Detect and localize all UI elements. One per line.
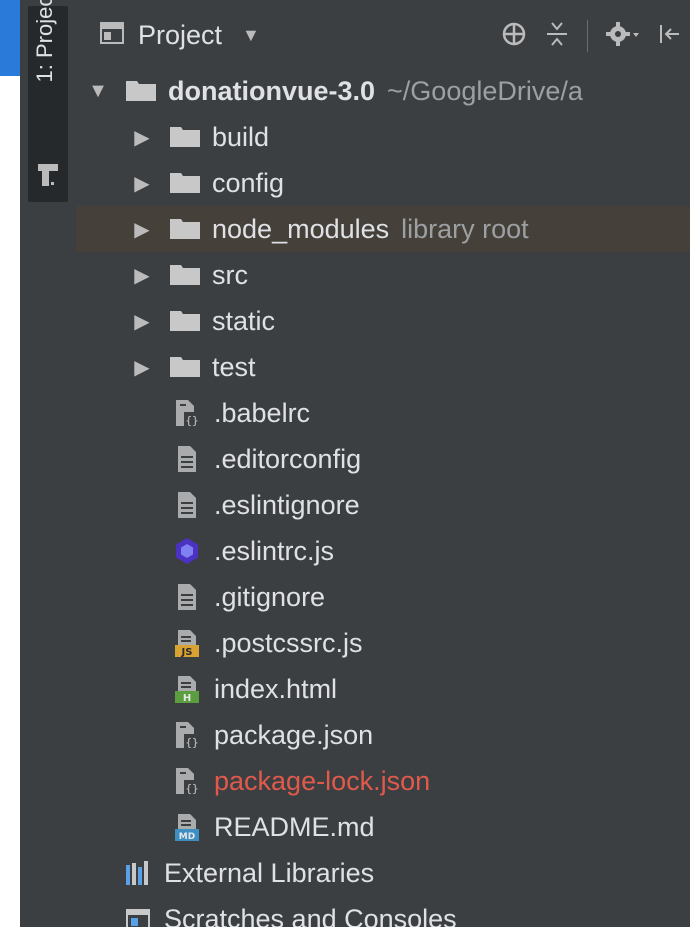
tree-folder-node-modules[interactable]: ▶ node_modules library root bbox=[76, 206, 690, 252]
tree-item-label: package.json bbox=[214, 719, 374, 750]
chevron-down-icon: ▼ bbox=[242, 25, 260, 45]
collapse-all-icon[interactable] bbox=[545, 21, 569, 52]
svg-text:{}: {} bbox=[185, 782, 198, 795]
tree-item-label: index.html bbox=[214, 673, 338, 704]
hide-panel-icon[interactable] bbox=[658, 21, 680, 52]
text-file-icon bbox=[172, 582, 202, 612]
collapsed-arrow-icon[interactable]: ▶ bbox=[130, 171, 154, 196]
tree-file-package-json[interactable]: {} package.json bbox=[76, 712, 690, 758]
project-tree: ▼ donationvue-3.0 ~/GoogleDrive/a ▶ buil… bbox=[76, 68, 690, 927]
json-config-icon: {} bbox=[172, 766, 202, 796]
view-selector[interactable]: Project ▼ bbox=[100, 20, 260, 51]
tree-item-label-unversioned: package-lock.json bbox=[214, 765, 431, 796]
md-badge: MD bbox=[179, 832, 195, 842]
tree-scratches-consoles[interactable]: Scratches and Consoles bbox=[76, 896, 690, 927]
tree-file-eslintignore[interactable]: .eslintignore bbox=[76, 482, 690, 528]
tree-item-label: build bbox=[212, 121, 270, 152]
view-selector-label: Project bbox=[138, 20, 223, 50]
tree-item-label: .gitignore bbox=[214, 581, 326, 612]
js-file-icon: JS bbox=[172, 628, 202, 658]
svg-text:{}: {} bbox=[185, 414, 198, 427]
tree-folder-build[interactable]: ▶ build bbox=[76, 114, 690, 160]
tree-item-label: README.md bbox=[214, 811, 375, 842]
tree-file-readme[interactable]: MD README.md bbox=[76, 804, 690, 850]
collapsed-arrow-icon[interactable]: ▶ bbox=[130, 125, 154, 150]
html-badge: H bbox=[183, 693, 191, 704]
folder-icon bbox=[170, 311, 200, 331]
tree-item-label: .eslintignore bbox=[214, 489, 360, 520]
svg-text:{}: {} bbox=[185, 736, 198, 749]
tree-item-label: .babelrc bbox=[214, 397, 311, 428]
js-badge: JS bbox=[181, 647, 193, 658]
folder-icon bbox=[170, 173, 200, 193]
tool-window-strip: 1: Project bbox=[20, 0, 77, 927]
json-config-icon: {} bbox=[172, 398, 202, 428]
tree-item-label: Scratches and Consoles bbox=[164, 903, 457, 927]
expanded-arrow-icon[interactable]: ▼ bbox=[86, 80, 110, 103]
folder-icon bbox=[126, 81, 156, 101]
html-file-icon: H bbox=[172, 674, 202, 704]
json-config-icon: {} bbox=[172, 720, 202, 750]
tree-root-name: donationvue-3.0 bbox=[168, 75, 376, 106]
tree-item-label: src bbox=[212, 259, 248, 290]
collapsed-arrow-icon[interactable]: ▶ bbox=[130, 217, 154, 242]
project-structure-icon bbox=[38, 162, 58, 191]
tree-external-libraries[interactable]: External Libraries bbox=[76, 850, 690, 896]
ide-window: 1: Project Project ▼ ▼ donationvue-3.0 ~… bbox=[0, 0, 690, 927]
scratches-icon bbox=[126, 907, 152, 927]
tree-folder-test[interactable]: ▶ test bbox=[76, 344, 690, 390]
tree-file-editorconfig[interactable]: .editorconfig bbox=[76, 436, 690, 482]
tree-folder-static[interactable]: ▶ static bbox=[76, 298, 690, 344]
tree-item-label: .editorconfig bbox=[214, 443, 362, 474]
panel-toolbar bbox=[501, 20, 680, 52]
project-view-icon bbox=[100, 20, 124, 51]
tree-file-babelrc[interactable]: {} .babelrc bbox=[76, 390, 690, 436]
gear-icon[interactable] bbox=[606, 21, 640, 52]
tree-folder-config[interactable]: ▶ config bbox=[76, 160, 690, 206]
collapsed-arrow-icon[interactable]: ▶ bbox=[130, 263, 154, 288]
tree-item-label: test bbox=[212, 351, 256, 382]
project-tool-tab-label: 1: Project bbox=[32, 0, 57, 83]
libraries-icon bbox=[126, 861, 152, 885]
tree-file-index-html[interactable]: H index.html bbox=[76, 666, 690, 712]
tree-folder-src[interactable]: ▶ src bbox=[76, 252, 690, 298]
tree-root-path: ~/GoogleDrive/a bbox=[387, 75, 583, 106]
library-root-tag: library root bbox=[401, 213, 529, 244]
tree-root[interactable]: ▼ donationvue-3.0 ~/GoogleDrive/a bbox=[76, 68, 690, 114]
markdown-file-icon: MD bbox=[172, 812, 202, 842]
window-edge-accent bbox=[0, 0, 20, 76]
project-tool-tab[interactable]: 1: Project bbox=[28, 0, 68, 202]
toolbar-separator bbox=[587, 20, 588, 52]
folder-icon bbox=[170, 357, 200, 377]
folder-icon bbox=[170, 219, 200, 239]
project-panel-header: Project ▼ bbox=[76, 0, 690, 68]
tree-file-eslintrc[interactable]: .eslintrc.js bbox=[76, 528, 690, 574]
tree-file-package-lock[interactable]: {} package-lock.json bbox=[76, 758, 690, 804]
eslint-icon bbox=[172, 536, 202, 566]
folder-icon bbox=[170, 265, 200, 285]
project-panel: Project ▼ ▼ donationvue-3.0 ~/GoogleDriv… bbox=[76, 0, 690, 927]
tree-item-label: External Libraries bbox=[164, 857, 375, 888]
tree-item-label: .postcssrc.js bbox=[214, 627, 363, 658]
tree-item-label: static bbox=[212, 305, 276, 336]
text-file-icon bbox=[172, 444, 202, 474]
text-file-icon bbox=[172, 490, 202, 520]
tree-file-gitignore[interactable]: .gitignore bbox=[76, 574, 690, 620]
folder-icon bbox=[170, 127, 200, 147]
tree-item-label: node_modules bbox=[212, 213, 390, 244]
collapsed-arrow-icon[interactable]: ▶ bbox=[130, 355, 154, 380]
tree-item-label: .eslintrc.js bbox=[214, 535, 335, 566]
tree-file-postcssrc[interactable]: JS .postcssrc.js bbox=[76, 620, 690, 666]
locate-icon[interactable] bbox=[501, 21, 527, 52]
collapsed-arrow-icon[interactable]: ▶ bbox=[130, 309, 154, 334]
tree-item-label: config bbox=[212, 167, 285, 198]
